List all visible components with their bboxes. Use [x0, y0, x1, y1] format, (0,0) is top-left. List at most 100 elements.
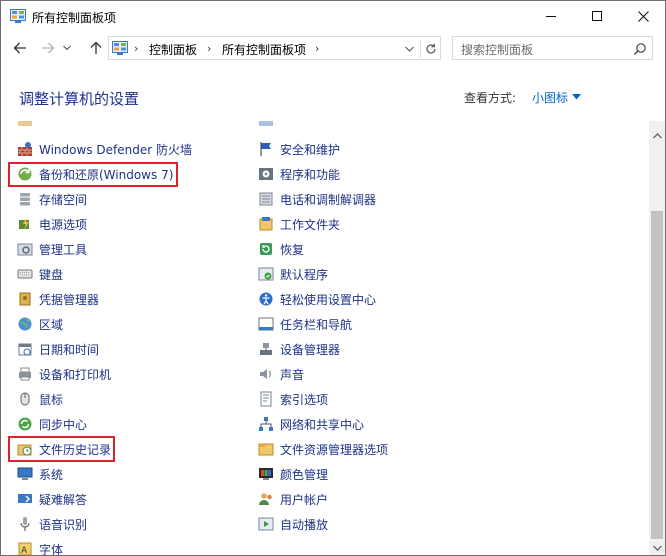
right-column-item[interactable]: 任务栏和导航	[258, 313, 352, 335]
firewall-icon	[17, 141, 33, 157]
left-column-item-label: 系统	[39, 467, 64, 482]
right-column-item[interactable]: 文件资源管理器选项	[258, 438, 388, 460]
autoplay-icon	[258, 516, 274, 532]
right-column-item-label: 程序和功能	[280, 167, 341, 182]
credential-manager-icon	[17, 291, 33, 307]
right-column-item[interactable]: 索引选项	[258, 388, 328, 410]
left-column-item[interactable]: 语音识别	[17, 513, 87, 535]
breadcrumb-separator-icon[interactable]: ›	[207, 42, 211, 55]
breadcrumb-separator-icon[interactable]: ›	[134, 42, 138, 55]
right-column-item-label: 自动播放	[280, 517, 329, 532]
control-panel-icon	[112, 41, 128, 55]
left-column-item-label: 存储空间	[39, 192, 88, 207]
left-column-item[interactable]: 鼠标	[17, 388, 63, 410]
caret-down-icon[interactable]	[572, 94, 581, 100]
left-column-item-label: 凭据管理器	[39, 292, 100, 307]
left-column-item-label: 管理工具	[39, 242, 88, 257]
right-column-item[interactable]: 电话和调制解调器	[258, 188, 376, 210]
minimize-button[interactable]	[528, 1, 574, 31]
left-column-item[interactable]: 存储空间	[17, 188, 87, 210]
left-column-item[interactable]: A 字体	[17, 538, 63, 556]
left-column-item[interactable]: 同步中心	[17, 413, 87, 435]
arrow-up-icon	[90, 41, 102, 54]
refresh-button[interactable]	[420, 40, 440, 58]
right-column-item[interactable]: 轻松使用设置中心	[258, 288, 376, 310]
ease-of-access-icon	[258, 291, 274, 307]
date-time-icon	[17, 341, 33, 357]
storage-spaces-icon	[17, 191, 33, 207]
right-column-item[interactable]: 设备管理器	[258, 338, 340, 360]
chevron-down-icon	[404, 46, 414, 52]
minimize-icon	[546, 16, 556, 17]
control-panel-window: 所有控制面板项 › 控制面板 › 所有控制面板项 › 搜索控制面板 调整计算机的…	[0, 0, 666, 556]
breadcrumb-control-panel[interactable]: 控制面板	[149, 41, 197, 58]
taskbar-navigation-icon	[258, 316, 274, 332]
forward-button[interactable]	[39, 39, 57, 57]
right-column-item-label: 用户帐户	[280, 492, 329, 507]
right-column-item-label: 文件资源管理器选项	[280, 442, 389, 457]
right-column-item-label: 轻松使用设置中心	[280, 292, 377, 307]
up-button[interactable]	[87, 39, 105, 57]
address-dropdown-button[interactable]	[402, 42, 416, 56]
left-column-item[interactable]: 系统	[17, 463, 63, 485]
search-placeholder: 搜索控制面板	[461, 43, 534, 57]
right-column-item[interactable]: 颜色管理	[258, 463, 328, 485]
search-input[interactable]: 搜索控制面板	[452, 36, 653, 60]
left-column-item-label: 日期和时间	[39, 342, 100, 357]
left-column-item-label: 同步中心	[39, 417, 88, 432]
left-column-item[interactable]: 键盘	[17, 263, 63, 285]
file-explorer-options-icon	[258, 441, 274, 457]
left-column-item[interactable]: 电源选项	[17, 213, 87, 235]
breadcrumb-all-items[interactable]: 所有控制面板项	[222, 41, 306, 58]
right-column-item-label: 恢复	[280, 242, 305, 257]
left-column-item[interactable]: 设备和打印机	[17, 363, 111, 385]
right-column-item[interactable]: 自动播放	[258, 513, 328, 535]
vertical-scrollbar[interactable]	[649, 121, 665, 555]
maximize-icon	[592, 11, 602, 21]
breadcrumb-separator-icon[interactable]: ›	[315, 42, 319, 55]
chevron-down-icon	[652, 545, 662, 551]
left-column-item[interactable]: 区域	[17, 313, 63, 335]
window-title: 所有控制面板项	[32, 11, 117, 25]
right-column-item-label: 安全和维护	[280, 142, 341, 157]
view-by-dropdown[interactable]: 小图标	[532, 89, 568, 106]
control-panel-icon	[10, 9, 26, 23]
right-column-item[interactable]: 声音	[258, 363, 304, 385]
right-column-item[interactable]: 工作文件夹	[258, 213, 340, 235]
right-column-item[interactable]: 程序和功能	[258, 163, 340, 185]
right-column-item[interactable]: 恢复	[258, 238, 304, 260]
right-column-item-label: 声音	[280, 367, 305, 382]
left-column-item-label: 设备和打印机	[39, 367, 112, 382]
right-column-item[interactable]: 网络和共享中心	[258, 413, 364, 435]
maximize-button[interactable]	[574, 1, 620, 31]
troubleshooting-icon	[17, 491, 33, 507]
right-column-item[interactable]: 用户帐户	[258, 488, 328, 510]
list-item[interactable]	[258, 121, 280, 132]
remoteapp-icon	[258, 121, 274, 129]
chevron-up-icon	[652, 133, 662, 139]
list-item[interactable]	[17, 121, 39, 132]
scroll-up-button[interactable]	[649, 129, 665, 143]
close-button[interactable]	[620, 1, 665, 31]
scroll-down-button[interactable]	[649, 541, 665, 555]
left-column-item[interactable]: 管理工具	[17, 238, 87, 260]
left-column-item[interactable]: Windows Defender 防火墙	[17, 138, 192, 160]
right-column-item-label: 工作文件夹	[280, 217, 341, 232]
programs-features-icon	[258, 166, 274, 182]
right-column-item-label: 任务栏和导航	[280, 317, 353, 332]
scrollbar-thumb[interactable]	[651, 211, 663, 539]
address-bar[interactable]: › 控制面板 › 所有控制面板项 ›	[108, 36, 441, 60]
svg-text:A: A	[21, 546, 28, 556]
left-column-item[interactable]: 日期和时间	[17, 338, 99, 360]
recent-locations-button[interactable]	[61, 39, 73, 57]
left-column-item[interactable]: 疑难解答	[17, 488, 87, 510]
fonts-icon: A	[17, 541, 33, 556]
default-programs-icon	[258, 266, 274, 282]
right-column-item[interactable]: 默认程序	[258, 263, 328, 285]
admin-tools-icon	[17, 241, 33, 257]
close-icon	[637, 10, 649, 22]
arrow-right-icon	[42, 42, 55, 54]
back-button[interactable]	[11, 39, 29, 57]
left-column-item[interactable]: 凭据管理器	[17, 288, 99, 310]
right-column-item[interactable]: 安全和维护	[258, 138, 340, 160]
